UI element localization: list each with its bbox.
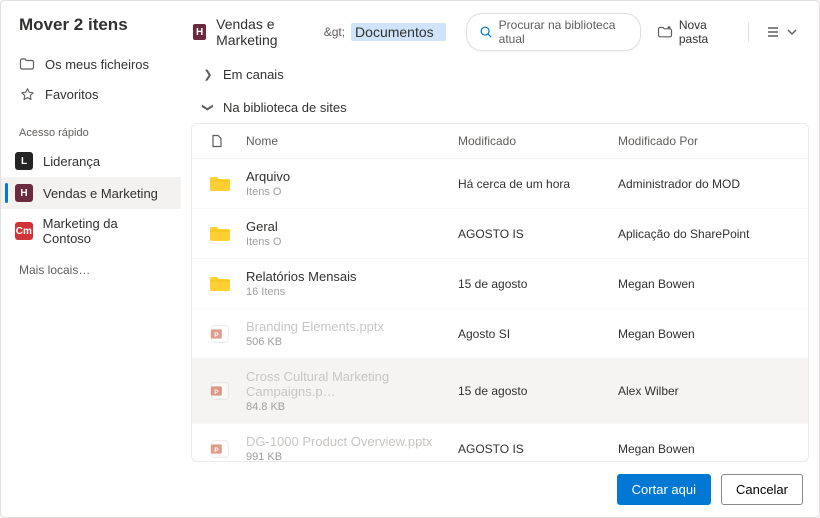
list-view-icon bbox=[765, 24, 781, 40]
table-row[interactable]: P Branding Elements.pptx 506 KBAgosto SIMe… bbox=[192, 309, 808, 359]
section-in-site-library[interactable]: ❯ Na biblioteca de sites bbox=[181, 90, 819, 123]
col-modified-by[interactable]: Modificado Por bbox=[618, 134, 798, 148]
content-area: H Vendas e Marketing &gt; Documentos Pro… bbox=[181, 1, 819, 462]
cell-name: Arquivo Itens O bbox=[246, 169, 458, 198]
file-subtitle: Itens O bbox=[246, 236, 458, 248]
file-subtitle: Itens O bbox=[246, 186, 458, 198]
svg-text:P: P bbox=[214, 331, 219, 338]
sidebar: Mover 2 itens Os meus ficheiros Favorito… bbox=[1, 1, 181, 462]
pptx-file-icon: P bbox=[208, 437, 232, 461]
chevron-down-icon: ❯ bbox=[202, 101, 215, 115]
folder-icon bbox=[208, 222, 232, 246]
pptx-file-icon: P bbox=[208, 322, 232, 346]
new-folder-button[interactable]: Nova pasta bbox=[651, 14, 738, 50]
site-tile-icon: H bbox=[15, 184, 33, 202]
file-name: Geral bbox=[246, 219, 458, 234]
cell-modified: AGOSTO IS bbox=[458, 442, 618, 456]
nav-favorites[interactable]: Favoritos bbox=[1, 79, 181, 109]
cell-modified-by: Megan Bowen bbox=[618, 327, 798, 341]
col-modified[interactable]: Modificado bbox=[458, 134, 618, 148]
section-in-channels-label: Em canais bbox=[223, 67, 284, 82]
svg-text:P: P bbox=[214, 446, 219, 453]
site-tile-icon: Cm bbox=[15, 222, 33, 240]
cell-modified: Agosto SI bbox=[458, 327, 618, 341]
sidebar-item-label: Vendas e Marketing bbox=[43, 186, 158, 201]
list-header: Nome Modificado Modificado Por bbox=[192, 124, 808, 159]
new-folder-label: Nova pasta bbox=[679, 18, 732, 46]
table-row[interactable]: Geral Itens OAGOSTO ISAplicação do ShareP… bbox=[192, 209, 808, 259]
table-row[interactable]: Relatórios Mensais 16 Itens15 de agostoMe… bbox=[192, 259, 808, 309]
cell-name: DG-1000 Product Overview.pptx 991 KB bbox=[246, 434, 458, 462]
col-name[interactable]: Nome bbox=[246, 134, 458, 148]
cell-modified-by: Administrador do MOD bbox=[618, 177, 798, 191]
star-icon bbox=[19, 86, 35, 102]
table-row[interactable]: P Cross Cultural Marketing Campaigns.p… 84… bbox=[192, 359, 808, 424]
dialog-title: Mover 2 itens bbox=[1, 15, 181, 49]
table-row[interactable]: Arquivo Itens OHá cerca de um horaAdminis… bbox=[192, 159, 808, 209]
new-folder-icon bbox=[657, 24, 673, 40]
file-name: Cross Cultural Marketing Campaigns.p… bbox=[246, 369, 458, 399]
chevron-down-icon bbox=[787, 27, 797, 37]
toolbar-divider bbox=[748, 22, 749, 42]
file-name: DG-1000 Product Overview.pptx bbox=[246, 434, 458, 449]
file-subtitle: 84.8 KB bbox=[246, 401, 458, 413]
cell-name: Geral Itens O bbox=[246, 219, 458, 248]
file-type-icon bbox=[202, 134, 246, 148]
sidebar-item-0[interactable]: L Liderança bbox=[1, 145, 181, 177]
primary-action-button[interactable]: Cortar aqui bbox=[617, 474, 711, 505]
svg-text:P: P bbox=[214, 389, 219, 396]
file-subtitle: 991 KB bbox=[246, 451, 458, 462]
breadcrumb-current[interactable]: Documentos bbox=[351, 23, 446, 41]
sidebar-item-label: Marketing da Contoso bbox=[43, 216, 167, 246]
section-in-site-library-label: Na biblioteca de sites bbox=[223, 100, 347, 115]
cell-modified-by: Megan Bowen bbox=[618, 442, 798, 456]
cell-modified-by: Alex Wilber bbox=[618, 384, 798, 398]
breadcrumb-sep: &gt; bbox=[324, 25, 345, 39]
search-input[interactable]: Procurar na biblioteca atual bbox=[466, 13, 641, 51]
nav-favorites-label: Favoritos bbox=[45, 87, 98, 102]
cell-name: Relatórios Mensais 16 Itens bbox=[246, 269, 458, 298]
cell-name: Cross Cultural Marketing Campaigns.p… 84.… bbox=[246, 369, 458, 413]
sidebar-item-2[interactable]: Cm Marketing da Contoso bbox=[1, 209, 181, 253]
sidebar-item-1[interactable]: H Vendas e Marketing bbox=[1, 177, 181, 209]
site-icon: H bbox=[193, 24, 206, 40]
section-in-channels[interactable]: ❯ Em canais bbox=[181, 57, 819, 90]
breadcrumb-site[interactable]: Vendas e Marketing bbox=[216, 16, 318, 48]
file-subtitle: 506 KB bbox=[246, 336, 458, 348]
nav-my-files-label: Os meus ficheiros bbox=[45, 57, 149, 72]
file-list: Nome Modificado Modificado Por Arquivo It… bbox=[191, 123, 809, 462]
chevron-right-icon: ❯ bbox=[201, 68, 215, 81]
search-icon bbox=[479, 25, 493, 39]
folder-icon bbox=[208, 272, 232, 296]
pptx-file-icon: P bbox=[208, 379, 232, 403]
cell-modified-by: Aplicação do SharePoint bbox=[618, 227, 798, 241]
view-options-button[interactable] bbox=[759, 20, 803, 44]
site-tile-icon: L bbox=[15, 152, 33, 170]
quick-access-header: Acesso rápido bbox=[1, 109, 181, 145]
breadcrumb: H Vendas e Marketing &gt; Documentos bbox=[193, 16, 446, 48]
search-placeholder: Procurar na biblioteca atual bbox=[499, 18, 628, 46]
cell-modified: 15 de agosto bbox=[458, 277, 618, 291]
topbar: H Vendas e Marketing &gt; Documentos Pro… bbox=[181, 1, 819, 57]
cell-modified: Há cerca de um hora bbox=[458, 177, 618, 191]
sidebar-item-label: Liderança bbox=[43, 154, 100, 169]
cell-modified: 15 de agosto bbox=[458, 384, 618, 398]
dialog-footer: Cortar aqui Cancelar bbox=[1, 462, 819, 517]
file-name: Branding Elements.pptx bbox=[246, 319, 458, 334]
cell-modified-by: Megan Bowen bbox=[618, 277, 798, 291]
file-subtitle: 16 Itens bbox=[246, 286, 458, 298]
folder-icon bbox=[208, 172, 232, 196]
cell-name: Branding Elements.pptx 506 KB bbox=[246, 319, 458, 348]
file-name: Arquivo bbox=[246, 169, 458, 184]
nav-my-files[interactable]: Os meus ficheiros bbox=[1, 49, 181, 79]
cancel-button[interactable]: Cancelar bbox=[721, 474, 803, 505]
more-locations[interactable]: Mais locais… bbox=[1, 253, 181, 287]
folder-outline-icon bbox=[19, 56, 35, 72]
cell-modified: AGOSTO IS bbox=[458, 227, 618, 241]
table-row[interactable]: P DG-1000 Product Overview.pptx 991 KBAGOS… bbox=[192, 424, 808, 462]
file-name: Relatórios Mensais bbox=[246, 269, 458, 284]
